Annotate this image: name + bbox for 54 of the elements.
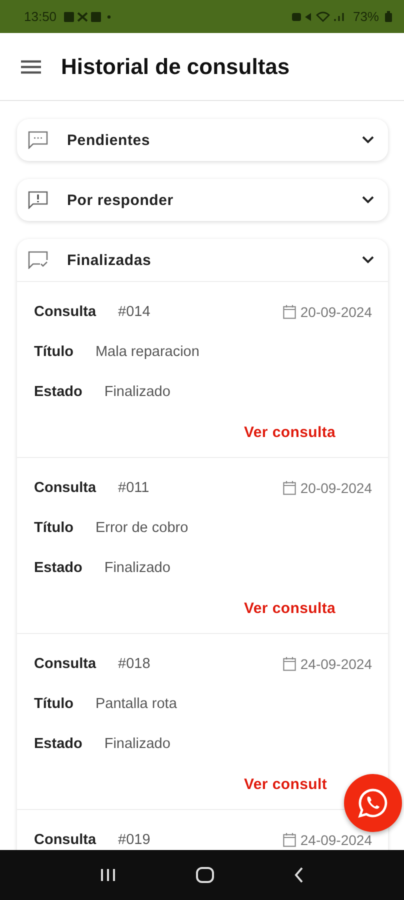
consulta-title: Mala reparacion <box>95 344 200 360</box>
view-consulta-link[interactable]: Ver consulta <box>244 600 336 616</box>
field-label: Consulta <box>34 480 96 496</box>
section-label: Pendientes <box>67 132 152 148</box>
notification-icons <box>62 10 113 22</box>
section-header[interactable]: Pendientes <box>17 119 388 161</box>
consulta-status: Finalizado <box>104 736 170 752</box>
section-label: Por responder <box>67 192 174 208</box>
consulta-date: 20-09-2024 <box>300 480 372 496</box>
chevron-down-icon <box>362 256 374 264</box>
view-consulta-link[interactable]: Ver consult <box>244 776 328 792</box>
section-label: Finalizadas <box>67 252 152 268</box>
chat-phone-icon <box>357 787 389 819</box>
field-label: Título <box>34 696 74 712</box>
chevron-down-icon <box>362 136 374 144</box>
consulta-date: 24-09-2024 <box>300 832 372 848</box>
system-icons <box>290 10 347 22</box>
back-icon[interactable] <box>294 867 304 883</box>
field-label: Consulta <box>34 656 96 672</box>
battery-percentage: 73% <box>352 9 379 24</box>
consulta-date: 24-09-2024 <box>300 656 372 672</box>
consulta-number: #011 <box>118 480 150 496</box>
calendar-icon <box>283 833 296 847</box>
consulta-status: Finalizado <box>104 560 170 576</box>
field-label: Estado <box>34 736 82 752</box>
section-header[interactable]: Finalizadas <box>17 239 388 281</box>
battery-icon <box>385 11 392 22</box>
consulta-status: Finalizado <box>104 384 170 400</box>
calendar-icon <box>283 657 296 671</box>
field-label: Consulta <box>34 304 96 320</box>
view-consulta-link[interactable]: Ver consulta <box>244 424 336 440</box>
consulta-title: Pantalla rota <box>95 696 177 712</box>
chevron-down-icon <box>362 196 374 204</box>
home-icon[interactable] <box>196 867 214 883</box>
field-label: Estado <box>34 384 82 400</box>
chat-check-icon <box>28 251 48 269</box>
screen-title: Historial de consultas <box>61 54 290 80</box>
section-header[interactable]: Por responder <box>17 179 388 221</box>
field-label: Consulta <box>34 832 96 848</box>
field-label: Estado <box>34 560 82 576</box>
consulta-number: #018 <box>118 656 150 672</box>
consulta-date: 20-09-2024 <box>300 304 372 320</box>
field-label: Título <box>34 344 74 360</box>
consulta-title: Error de cobro <box>95 520 188 536</box>
chat-dots-icon <box>28 131 48 149</box>
calendar-icon <box>283 481 296 495</box>
chat-alert-icon <box>28 191 48 209</box>
consulta-number: #014 <box>118 304 150 320</box>
status-time: 13:50 <box>24 9 57 24</box>
recent-apps-icon[interactable] <box>100 868 116 882</box>
field-label: Título <box>34 520 74 536</box>
calendar-icon <box>283 305 296 319</box>
menu-icon[interactable] <box>21 60 41 74</box>
consulta-number: #019 <box>118 832 150 848</box>
